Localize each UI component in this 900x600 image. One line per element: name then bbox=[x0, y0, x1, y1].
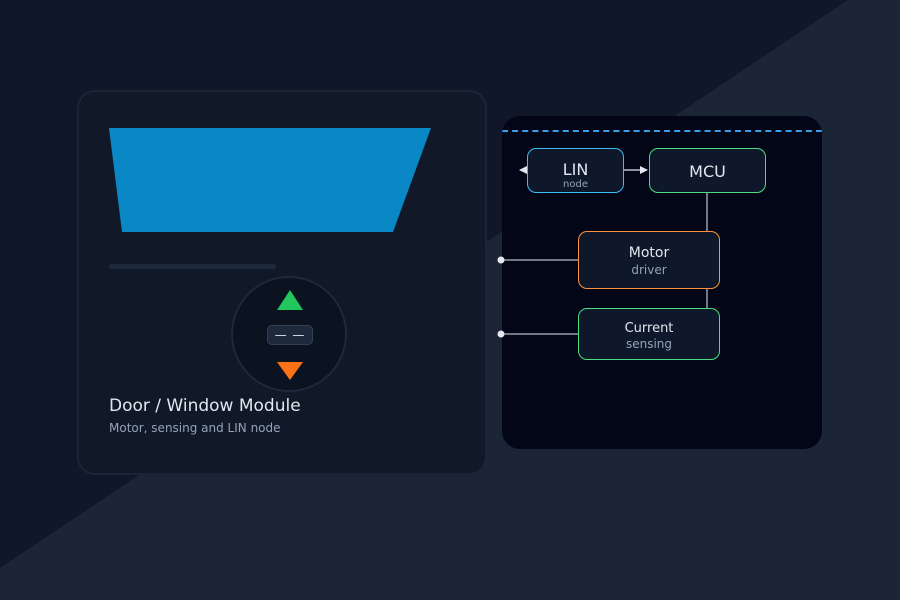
switch-center-button[interactable]: — — bbox=[267, 325, 313, 345]
lin-node-block[interactable]: LIN node bbox=[527, 148, 624, 193]
window-glass bbox=[109, 128, 431, 232]
window-switch[interactable]: — — bbox=[231, 276, 347, 392]
lin-sublabel: node bbox=[563, 179, 588, 190]
motor-sublabel: driver bbox=[631, 263, 667, 277]
window-position-track[interactable] bbox=[109, 264, 276, 269]
motor-driver-block[interactable]: Motor driver bbox=[578, 231, 720, 289]
lin-bus-line bbox=[502, 130, 822, 132]
mcu-block[interactable]: MCU bbox=[649, 148, 766, 193]
current-sensing-block[interactable]: Current sensing bbox=[578, 308, 720, 360]
current-sublabel: sensing bbox=[625, 337, 673, 351]
current-label: Current bbox=[624, 321, 674, 336]
up-arrow-icon[interactable] bbox=[277, 290, 303, 310]
mcu-label: MCU bbox=[689, 162, 726, 181]
motor-label: Motor bbox=[628, 245, 670, 261]
module-subtitle: Motor, sensing and LIN node bbox=[109, 421, 281, 435]
module-title: Door / Window Module bbox=[109, 396, 301, 416]
lin-label: LIN bbox=[562, 160, 589, 179]
down-arrow-icon[interactable] bbox=[277, 362, 303, 380]
